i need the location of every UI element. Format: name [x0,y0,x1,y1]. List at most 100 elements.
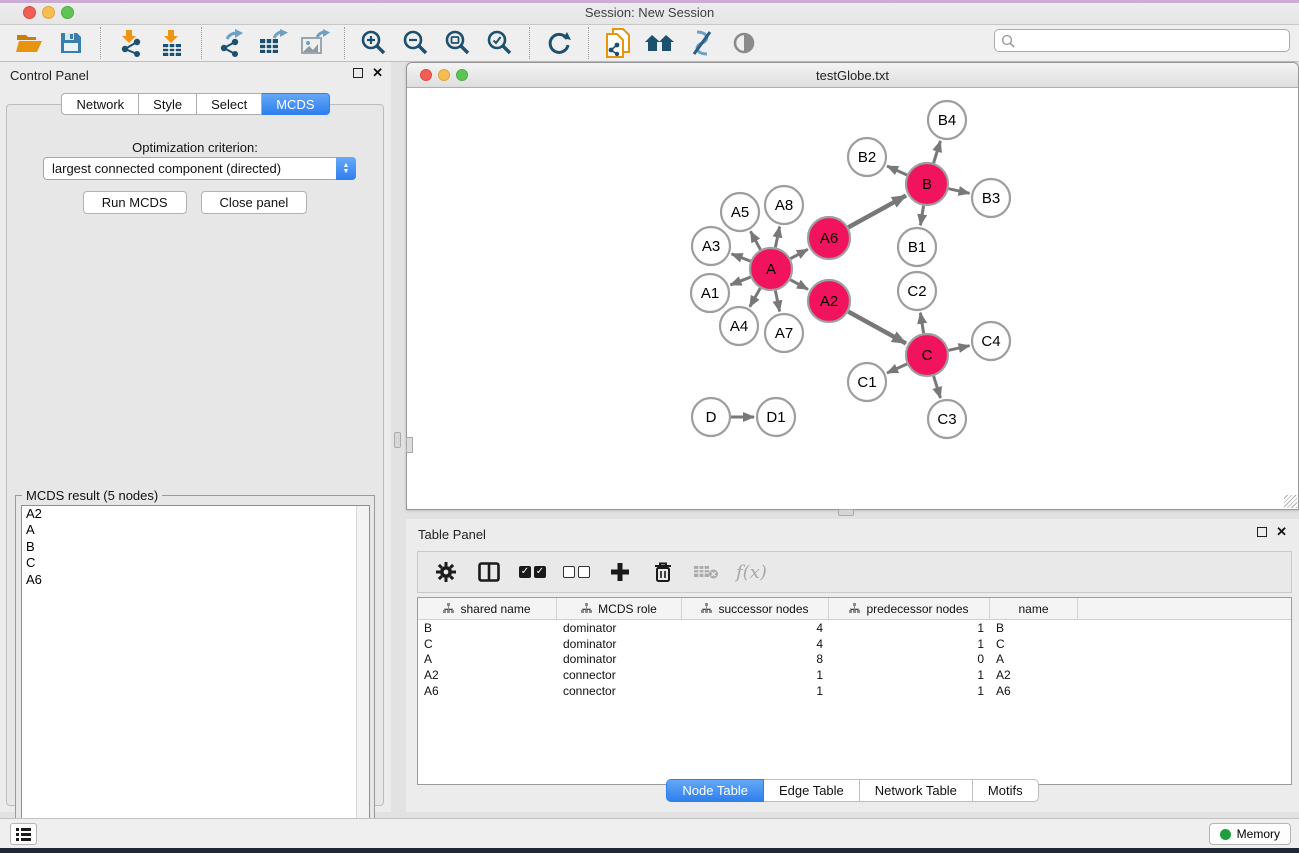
edge-B-B4[interactable] [934,141,941,163]
cell-name[interactable]: A6 [990,684,1078,698]
cell-shared-name[interactable]: B [418,621,557,635]
horizontal-splitter-handle[interactable] [838,509,854,516]
close-panel-button[interactable]: Close panel [201,191,308,214]
edge-A-A7[interactable] [775,291,779,312]
select-all-checkboxes-icon[interactable]: ✓ ✓ [519,566,546,578]
edge-B-B1[interactable] [920,206,923,226]
tab-style[interactable]: Style [139,93,197,115]
vertical-splitter-handle[interactable] [394,432,401,448]
open-file-icon[interactable] [13,28,45,58]
float-panel-icon[interactable] [353,68,363,78]
tab-select[interactable]: Select [197,93,262,115]
column-header-MCDS-role[interactable]: MCDS role [557,598,682,619]
settings-gear-icon[interactable] [433,559,459,585]
window-resize-grip[interactable] [1284,495,1297,508]
tab-network[interactable]: Network [61,93,139,115]
edge-B-B2[interactable] [887,166,907,175]
export-table-icon[interactable] [257,28,289,58]
cell-name[interactable]: C [990,637,1078,651]
cell-MCDS-role[interactable]: dominator [557,621,682,635]
cell-name[interactable]: A2 [990,668,1078,682]
export-network-icon[interactable] [215,28,247,58]
edge-A-A3[interactable] [732,254,751,261]
task-history-button[interactable] [10,823,37,845]
tab-mcds[interactable]: MCDS [262,93,329,115]
cell-MCDS-role[interactable]: connector [557,684,682,698]
edge-A-A2[interactable] [790,280,808,290]
result-item[interactable]: A2 [22,506,369,522]
optimization-criterion-select[interactable]: largest connected component (directed) ▲… [43,157,356,180]
tab-motifs[interactable]: Motifs [973,779,1039,802]
float-table-panel-icon[interactable] [1257,527,1267,537]
deselect-all-checkboxes-icon[interactable] [563,566,590,578]
delete-column-icon[interactable] [650,559,676,585]
hide-panels-icon[interactable] [686,28,718,58]
search-input[interactable] [1015,32,1289,50]
table-row[interactable]: A2connector11A2 [418,667,1291,683]
canvas-collapse-handle[interactable] [406,437,413,453]
refresh-icon[interactable] [543,28,575,58]
cell-successor-nodes[interactable]: 8 [682,652,829,666]
network-window-titlebar[interactable]: testGlobe.txt [407,63,1298,88]
show-column-icon[interactable] [476,559,502,585]
zoom-fit-icon[interactable] [442,28,474,58]
close-table-panel-icon[interactable]: ✕ [1276,527,1287,537]
run-mcds-button[interactable]: Run MCDS [83,191,187,214]
zoom-in-icon[interactable] [358,28,390,58]
export-image-icon[interactable] [299,28,331,58]
cell-shared-name[interactable]: A [418,652,557,666]
edge-C-C3[interactable] [934,376,941,398]
edge-A-A1[interactable] [730,277,750,285]
result-item[interactable]: C [22,555,369,571]
edge-B-B3[interactable] [948,189,969,194]
cell-predecessor-nodes[interactable]: 1 [829,637,990,651]
cell-predecessor-nodes[interactable]: 1 [829,668,990,682]
edge-C-C1[interactable] [887,364,907,373]
import-network-icon[interactable] [114,28,146,58]
cell-name[interactable]: A [990,652,1078,666]
edge-A-A6[interactable] [790,249,807,258]
close-panel-icon[interactable]: ✕ [372,68,383,78]
edge-C-C2[interactable] [920,313,923,334]
cell-predecessor-nodes[interactable]: 0 [829,652,990,666]
cell-MCDS-role[interactable]: dominator [557,637,682,651]
first-neighbors-icon[interactable] [644,28,676,58]
cell-shared-name[interactable]: A2 [418,668,557,682]
cell-MCDS-role[interactable]: connector [557,668,682,682]
cell-shared-name[interactable]: C [418,637,557,651]
memory-button[interactable]: Memory [1209,823,1291,845]
new-network-from-selection-icon[interactable] [602,28,634,58]
cell-predecessor-nodes[interactable]: 1 [829,684,990,698]
result-item[interactable]: B [22,539,369,555]
edge-A-A5[interactable] [751,231,761,249]
node-table[interactable]: shared nameMCDS rolesuccessor nodesprede… [417,597,1292,785]
add-column-icon[interactable] [607,559,633,585]
mcds-result-list[interactable]: A2ABCA6 [21,505,370,835]
result-item[interactable]: A [22,522,369,538]
zoom-selected-icon[interactable] [484,28,516,58]
cell-MCDS-role[interactable]: dominator [557,652,682,666]
table-row[interactable]: Adominator80A [418,651,1291,667]
edge-A-A4[interactable] [750,288,760,307]
edge-A6-B[interactable] [848,196,906,228]
column-header-successor-nodes[interactable]: successor nodes [682,598,829,619]
tab-network-table[interactable]: Network Table [860,779,973,802]
import-table-icon[interactable] [156,28,188,58]
delete-table-icon[interactable] [693,559,719,585]
column-header-shared-name[interactable]: shared name [418,598,557,619]
cell-successor-nodes[interactable]: 4 [682,621,829,635]
cell-shared-name[interactable]: A6 [418,684,557,698]
function-builder-icon[interactable]: f(x) [736,562,767,583]
cell-name[interactable]: B [990,621,1078,635]
tab-edge-table[interactable]: Edge Table [764,779,860,802]
result-item[interactable]: A6 [22,572,369,588]
table-row[interactable]: Cdominator41C [418,636,1291,652]
cell-predecessor-nodes[interactable]: 1 [829,621,990,635]
cell-successor-nodes[interactable]: 1 [682,684,829,698]
cell-successor-nodes[interactable]: 1 [682,668,829,682]
edge-C-C4[interactable] [948,346,969,351]
tab-node-table[interactable]: Node Table [666,779,764,802]
table-row[interactable]: Bdominator41B [418,620,1291,636]
table-row[interactable]: A6connector11A6 [418,683,1291,699]
zoom-out-icon[interactable] [400,28,432,58]
